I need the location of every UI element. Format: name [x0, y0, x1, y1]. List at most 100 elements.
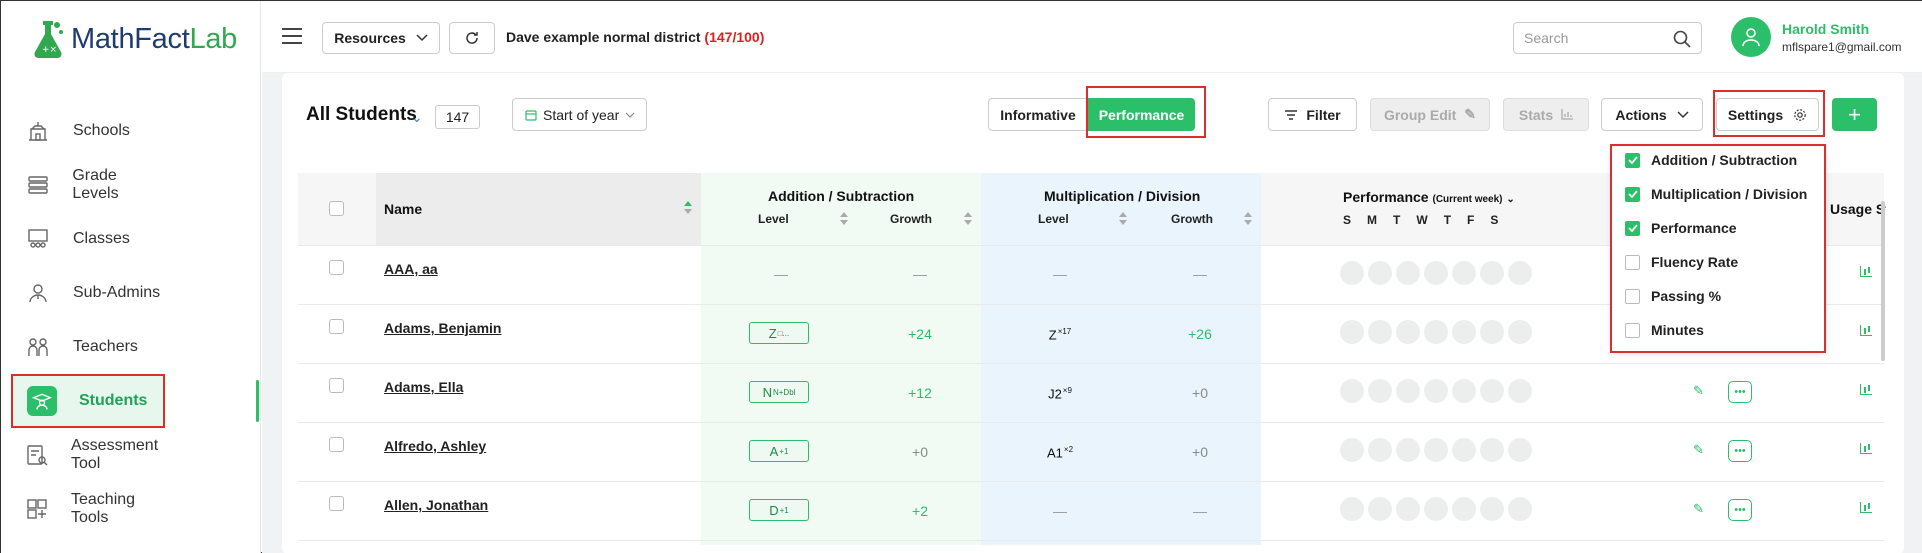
name-header[interactable]: Name	[384, 201, 422, 217]
stats-button[interactable]: Stats	[1503, 98, 1589, 131]
sidebar-item-grade-levels[interactable]: Grade Levels	[11, 160, 165, 210]
multiplication-column-bg	[981, 173, 1261, 545]
student-name-link[interactable]: Allen, Jonathan	[384, 497, 488, 513]
user-icon	[1742, 28, 1760, 47]
add-level-badge: A +1	[749, 440, 809, 462]
row-divider	[298, 363, 1884, 364]
performance-header[interactable]: Performance (Current week) ⌄	[1343, 189, 1515, 205]
name-header-bg	[376, 173, 701, 245]
avatar[interactable]	[1731, 17, 1771, 57]
row-checkbox[interactable]	[329, 319, 344, 334]
performance-header-label: Performance	[1343, 189, 1429, 205]
edit-pencil-icon[interactable]: ✎	[1693, 501, 1704, 517]
sidebar-item-students[interactable]: Students	[11, 374, 165, 428]
add-level-badge: Z □...	[749, 322, 809, 344]
add-level-value: —	[774, 266, 788, 282]
more-options-button[interactable]: •••	[1728, 440, 1752, 462]
more-options-button[interactable]: •••	[1728, 499, 1752, 521]
student-name-link[interactable]: Adams, Benjamin	[384, 320, 501, 336]
title-chevron-icon[interactable]: ⌄	[411, 109, 423, 126]
usage-chart-icon[interactable]	[1860, 266, 1872, 277]
sort-icon[interactable]	[1244, 212, 1252, 226]
flask-logo-icon: +×	[34, 21, 63, 58]
sidebar-item-assessment-tool[interactable]: Assessment Tool	[11, 430, 165, 480]
refresh-button[interactable]	[449, 22, 495, 54]
sidebar-item-label: Assessment Tool	[71, 437, 159, 472]
row-checkbox[interactable]	[329, 437, 344, 452]
mul-level-header[interactable]: Level	[1038, 212, 1069, 226]
mul-growth-value: +0	[1192, 444, 1208, 460]
sidebar-item-label: Sub-Admins	[73, 284, 161, 301]
search-input[interactable]: Search	[1513, 22, 1702, 54]
mul-level-value: J2×9	[1048, 386, 1072, 402]
sidebar-item-label: Grade Levels	[72, 167, 119, 202]
add-growth-header[interactable]: Growth	[890, 212, 932, 226]
user-email: mflspare1@gmail.com	[1782, 40, 1902, 54]
pencil-icon: ✎	[1464, 106, 1477, 122]
sort-icon[interactable]	[1119, 212, 1127, 226]
page-title[interactable]: All Students	[306, 104, 417, 126]
student-name-link[interactable]: Alfredo, Ashley	[384, 438, 486, 454]
add-growth-value: +0	[912, 444, 928, 460]
student-name-link[interactable]: AAA, aa	[384, 261, 438, 277]
calendar-icon	[525, 109, 537, 121]
select-all-checkbox[interactable]	[329, 201, 344, 216]
actions-dropdown[interactable]: Actions	[1601, 98, 1703, 131]
sidebar-item-sub-admins[interactable]: Sub-Admins	[11, 268, 165, 318]
usage-chart-icon[interactable]	[1860, 502, 1872, 513]
sidebar-item-teaching-tools[interactable]: Teaching Tools	[11, 484, 165, 534]
row-checkbox[interactable]	[329, 378, 344, 393]
period-select[interactable]: Start of year	[512, 98, 647, 131]
bar-chart-icon	[1561, 109, 1574, 120]
top-bar: Resources Dave example normal district (…	[262, 1, 1922, 73]
week-performance-dots	[1340, 261, 1532, 285]
edit-pencil-icon[interactable]: ✎	[1693, 383, 1704, 399]
row-checkbox[interactable]	[329, 496, 344, 511]
row-checkbox[interactable]	[329, 260, 344, 275]
district-name: Dave example normal district	[506, 29, 701, 45]
mul-level-value: —	[1053, 266, 1067, 282]
usage-stats-header[interactable]: Usage St	[1830, 201, 1886, 217]
brand-name: MathFactLab	[71, 22, 237, 55]
day-label: F	[1467, 213, 1475, 227]
sidebar-item-teachers[interactable]: Teachers	[11, 322, 165, 372]
chevron-down-icon	[416, 34, 428, 42]
mul-level-value: Z×17	[1048, 327, 1072, 343]
sidebar-item-classes[interactable]: Classes	[11, 214, 165, 264]
sort-icon[interactable]	[964, 212, 972, 226]
mul-level-value: —	[1053, 503, 1067, 519]
usage-chart-icon[interactable]	[1860, 384, 1872, 395]
add-level-header[interactable]: Level	[758, 212, 789, 226]
sort-icon[interactable]	[684, 201, 692, 215]
teachers-icon	[25, 334, 51, 360]
resources-dropdown[interactable]: Resources	[322, 22, 440, 54]
day-label: T	[1443, 213, 1452, 227]
usage-chart-icon[interactable]	[1860, 325, 1872, 336]
mul-growth-header[interactable]: Growth	[1171, 212, 1213, 226]
student-name-link[interactable]: Adams, Ella	[384, 379, 463, 395]
usage-chart-icon[interactable]	[1860, 443, 1872, 454]
filter-button[interactable]: Filter	[1268, 98, 1357, 131]
week-performance-dots	[1340, 497, 1532, 521]
more-options-button[interactable]: •••	[1728, 381, 1752, 403]
group-edit-label: Group Edit	[1383, 106, 1457, 123]
day-label: T	[1393, 213, 1401, 227]
group-edit-button[interactable]: Group Edit ✎	[1370, 98, 1490, 131]
chevron-down-icon: ⌄	[1506, 194, 1515, 205]
search-icon[interactable]	[1673, 30, 1691, 48]
menu-toggle-icon[interactable]	[282, 28, 302, 44]
table-scrollbar[interactable]	[1881, 201, 1885, 361]
chevron-down-icon	[1677, 110, 1689, 118]
edit-pencil-icon[interactable]: ✎	[1693, 442, 1704, 458]
add-student-button[interactable]: +	[1832, 98, 1877, 131]
sidebar: +× MathFactLab Schools Grade Levels Clas…	[1, 1, 261, 553]
brand-logo[interactable]: +× MathFactLab	[31, 19, 237, 59]
sort-icon[interactable]	[840, 212, 848, 226]
sidebar-item-schools[interactable]: Schools	[11, 106, 165, 156]
performance-highlight	[1086, 86, 1206, 138]
day-label: W	[1416, 213, 1428, 227]
mul-growth-value: +26	[1188, 326, 1212, 342]
row-divider	[298, 481, 1884, 482]
tab-informative[interactable]: Informative	[988, 98, 1088, 131]
stats-label: Stats	[1518, 106, 1554, 123]
